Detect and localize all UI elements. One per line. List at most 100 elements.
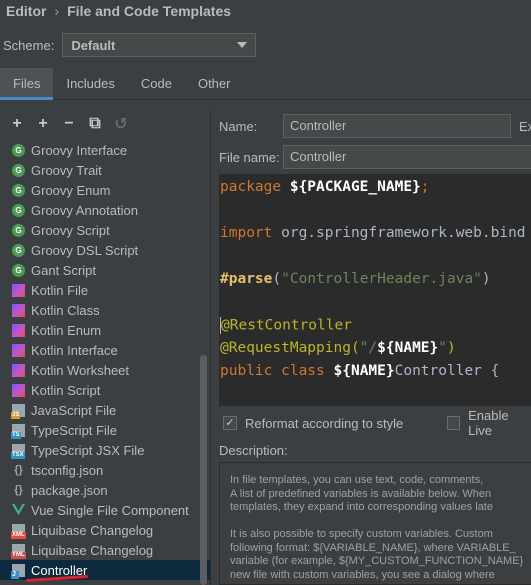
groovy-file-icon: G — [12, 143, 25, 157]
template-item[interactable]: G Groovy Interface — [0, 140, 210, 160]
name-label: Name: — [219, 119, 258, 134]
template-list-scrollbar[interactable] — [200, 355, 207, 585]
template-item-label: Gant Script — [31, 262, 97, 278]
description-line — [230, 515, 531, 529]
template-item[interactable]: XML Liquibase Changelog — [0, 520, 210, 540]
template-item-label: tsconfig.json — [31, 462, 104, 478]
template-item[interactable]: {} package.json — [0, 480, 210, 500]
breadcrumb-separator: › — [54, 3, 60, 19]
description-line: following format: ${VARIABLE_NAME}, wher… — [230, 541, 516, 554]
description-label: Description: — [219, 443, 288, 458]
remove-template-icon[interactable]: − — [60, 115, 78, 133]
reformat-label: Reformat according to style — [245, 415, 404, 431]
kotlin-file-icon — [12, 323, 25, 337]
template-item[interactable]: G Gant Script — [0, 260, 210, 280]
scheme-value: Default — [71, 37, 116, 53]
tab-includes[interactable]: Includes — [53, 68, 127, 99]
template-item-label: Groovy Enum — [31, 182, 111, 198]
template-item[interactable]: G Groovy Annotation — [0, 200, 210, 220]
live-template-label: Enable Live — [468, 408, 509, 438]
tab-code[interactable]: Code — [128, 68, 185, 99]
description-line: In file templates, you can use text, cod… — [230, 474, 484, 486]
template-item-label: Kotlin Interface — [31, 342, 118, 358]
scheme-dropdown[interactable]: Default — [62, 33, 257, 57]
code-line-requestmapping: @RequestMapping("/${NAME}") — [220, 340, 456, 356]
tsx-file-icon: TSX — [11, 443, 25, 459]
add-template-icon[interactable]: + — [8, 115, 26, 133]
template-item-label: Groovy Annotation — [31, 202, 138, 218]
kotlin-file-icon — [12, 363, 25, 377]
template-item[interactable]: Kotlin Script — [0, 380, 210, 400]
js-file-icon: JS — [11, 403, 25, 419]
description-text: In file templates, you can use text, cod… — [219, 462, 531, 585]
json-file-icon: {} — [14, 484, 23, 496]
template-item[interactable]: Kotlin File — [0, 280, 210, 300]
add-child-template-icon[interactable]: + — [34, 115, 52, 133]
ts-file-icon: TS — [11, 423, 25, 439]
template-item[interactable]: YML Liquibase Changelog — [0, 540, 210, 560]
xml-file-icon: XML — [11, 523, 26, 539]
template-item-label: Groovy Trait — [31, 162, 102, 178]
template-item-label: Groovy DSL Script — [31, 242, 139, 258]
template-item[interactable]: J Controller — [0, 560, 210, 580]
filename-input[interactable]: Controller — [283, 145, 531, 169]
description-line: templates, they expand into correspondin… — [230, 501, 493, 513]
reset-template-icon[interactable]: ↺ — [112, 115, 130, 133]
page-title: File and Code Templates — [67, 3, 232, 19]
kotlin-file-icon — [12, 343, 25, 357]
template-item-label: Kotlin Enum — [31, 322, 102, 338]
description-line: variable (for example, ${MY_CUSTOM_FUNCT… — [230, 555, 524, 567]
template-item-label: Liquibase Changelog — [31, 522, 154, 538]
template-item-label: Kotlin Script — [31, 382, 101, 398]
code-line-package: package ${PACKAGE_NAME}; — [220, 179, 430, 195]
template-item[interactable]: Kotlin Class — [0, 300, 210, 320]
template-item[interactable]: Kotlin Worksheet — [0, 360, 210, 380]
template-item-label: TypeScript File — [31, 422, 117, 438]
template-item[interactable]: G Groovy DSL Script — [0, 240, 210, 260]
code-line-restcontroller: @RestController — [220, 317, 352, 334]
template-item-label: Liquibase Changelog — [31, 542, 154, 558]
template-item[interactable]: Kotlin Interface — [0, 340, 210, 360]
vue-file-icon — [12, 504, 25, 517]
template-item[interactable]: Vue Single File Component — [0, 500, 210, 520]
code-line-import: import org.springframework.web.bind — [220, 225, 526, 241]
kotlin-file-icon — [12, 283, 25, 297]
code-editor[interactable]: package ${PACKAGE_NAME}; import org.spri… — [219, 174, 531, 406]
java-file-icon: J — [11, 563, 25, 579]
groovy-file-icon: G — [12, 183, 25, 197]
template-item-label: package.json — [31, 482, 108, 498]
reformat-checkbox[interactable]: ✓ — [223, 416, 237, 430]
template-item[interactable]: {} tsconfig.json — [0, 460, 210, 480]
template-item-label: TypeScript JSX File — [31, 442, 145, 458]
scheme-row: Scheme: Default — [3, 32, 257, 58]
settings-window: Editor › File and Code Templates Scheme:… — [0, 0, 531, 585]
template-item-label: Groovy Script — [31, 222, 110, 238]
tab-files[interactable]: Files — [0, 68, 54, 100]
tab-other[interactable]: Other — [185, 68, 244, 99]
template-item[interactable]: Kotlin Enum — [0, 320, 210, 340]
template-item[interactable]: G Groovy Trait — [0, 160, 210, 180]
template-list: G Groovy Interface G Groovy Trait G Groovy En… — [0, 140, 210, 585]
template-item[interactable]: TS TypeScript File — [0, 420, 210, 440]
live-template-option[interactable]: Enable Live — [447, 408, 531, 438]
kotlin-file-icon — [12, 383, 25, 397]
template-item[interactable]: G Groovy Script — [0, 220, 210, 240]
name-input[interactable]: Controller — [283, 114, 511, 138]
live-template-checkbox[interactable] — [447, 416, 461, 430]
reformat-option[interactable]: ✓ Reformat according to style — [223, 413, 403, 433]
breadcrumb: Editor › File and Code Templates — [6, 2, 231, 20]
breadcrumb-section[interactable]: Editor — [6, 3, 46, 19]
template-item-label: Kotlin File — [31, 282, 89, 298]
kotlin-file-icon — [12, 303, 25, 317]
template-item-label: Kotlin Worksheet — [31, 362, 130, 378]
extension-label: Ex — [519, 119, 531, 134]
template-item-label: JavaScript File — [31, 402, 117, 418]
json-file-icon: {} — [14, 464, 23, 476]
groovy-file-icon: G — [12, 243, 25, 257]
template-item[interactable]: JS JavaScript File — [0, 400, 210, 420]
template-item[interactable]: TSX TypeScript JSX File — [0, 440, 210, 460]
copy-template-icon[interactable]: ⧉ — [86, 115, 104, 133]
chevron-down-icon — [237, 42, 248, 48]
code-line-class: public class ${NAME}Controller { — [220, 363, 500, 379]
template-item[interactable]: G Groovy Enum — [0, 180, 210, 200]
